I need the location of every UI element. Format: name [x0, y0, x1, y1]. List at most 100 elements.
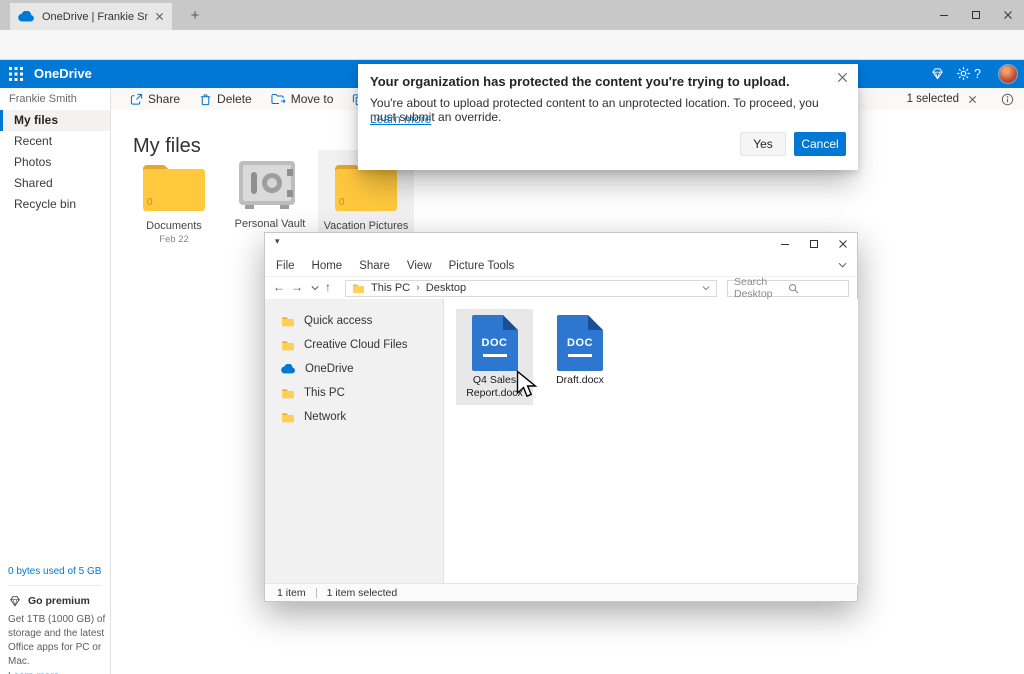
explorer-up-icon[interactable]: ↑: [325, 280, 331, 294]
go-premium-diamond-icon: [8, 595, 22, 607]
tab-title: OneDrive | Frankie Smith: [42, 11, 148, 23]
address-breadcrumb[interactable]: This PC › Desktop: [345, 280, 717, 297]
doc-file-icon: DOC: [557, 315, 603, 371]
onedrive-nav: My files Recent Photos Shared Recycle bi…: [0, 110, 110, 215]
explorer-ribbon-tabs: File Home Share View Picture Tools: [265, 255, 857, 277]
explorer-nav-this-pc[interactable]: This PC: [265, 381, 443, 405]
ribbon-tab-view[interactable]: View: [407, 260, 432, 272]
address-dropdown-chevron-icon[interactable]: [702, 285, 710, 291]
explorer-nav-pane: Quick access Creative Cloud Files OneDri…: [265, 299, 444, 585]
sidebar-bottom-divider: [8, 585, 102, 586]
tile-label: Documents: [126, 220, 222, 232]
new-tab-button[interactable]: +: [184, 6, 206, 26]
status-selected-count: 1 item selected: [327, 587, 398, 599]
ribbon-expand-chevron-icon[interactable]: [838, 262, 847, 268]
tile-date: Feb 22: [126, 234, 222, 245]
help-icon[interactable]: ?: [974, 60, 981, 88]
breadcrumb-current[interactable]: Desktop: [426, 282, 466, 294]
explorer-nav-creative-cloud[interactable]: Creative Cloud Files: [265, 333, 443, 357]
ribbon-tab-picture-tools[interactable]: Picture Tools: [449, 260, 515, 272]
settings-gear-icon[interactable]: [956, 66, 971, 81]
quick-access-toolbar-caret-icon[interactable]: ▾: [275, 236, 280, 247]
file-explorer-window: ▾ File Home Share View Picture Tools ← →: [264, 232, 858, 602]
status-divider: [316, 588, 317, 598]
breadcrumb-separator: ›: [416, 282, 420, 294]
ribbon-tab-home[interactable]: Home: [312, 260, 343, 272]
explorer-titlebar[interactable]: ▾: [265, 233, 857, 255]
screen: OneDrive | Frankie Smith + ← → ↻ ⌂ https…: [0, 0, 1024, 674]
sidebar-user-name: Frankie Smith: [0, 88, 110, 110]
tile-label: Personal Vault: [222, 218, 318, 230]
onedrive-cloud-icon: [18, 11, 35, 22]
window-minimize-button[interactable]: [928, 0, 960, 30]
explorer-status-bar: 1 item 1 item selected: [265, 583, 857, 601]
selection-count: 1 selected: [907, 93, 959, 105]
sidebar-item-my-files[interactable]: My files: [0, 110, 110, 131]
doc-file-icon: DOC: [472, 315, 518, 371]
search-icon[interactable]: [788, 283, 842, 294]
mouse-cursor: [516, 370, 538, 400]
status-item-count: 1 item: [277, 587, 306, 599]
sidebar-item-recycle-bin[interactable]: Recycle bin: [0, 194, 110, 215]
dialog-title: Your organization has protected the cont…: [370, 74, 824, 89]
go-premium-title: Go premium: [28, 595, 90, 607]
tile-label: Vacation Pictures: [318, 220, 414, 232]
vault-safe-icon: [234, 158, 300, 212]
explorer-close-button[interactable]: [829, 233, 857, 255]
tab-close-icon[interactable]: [155, 12, 164, 21]
cancel-button[interactable]: Cancel: [794, 132, 846, 156]
explorer-back-icon[interactable]: ←: [273, 280, 285, 294]
dialog-body: You're about to upload protected content…: [370, 96, 846, 124]
folder-icon: [281, 412, 295, 423]
sidebar-item-photos[interactable]: Photos: [0, 152, 110, 173]
tile-documents[interactable]: 0 Documents Feb 22: [126, 150, 222, 245]
folder-item-count: 0: [147, 197, 153, 208]
browser-toolbar: ← → ↻ ⌂ https://onedrive.live.com/?id=ro…: [0, 30, 1024, 60]
window-maximize-button[interactable]: [960, 0, 992, 30]
storage-usage-link[interactable]: 0 bytes used of 5 GB: [8, 566, 101, 577]
explorer-search-input[interactable]: Search Desktop: [727, 280, 849, 297]
browser-tab[interactable]: OneDrive | Frankie Smith: [10, 3, 172, 30]
folder-item-count: 0: [339, 197, 345, 208]
explorer-nav-onedrive[interactable]: OneDrive: [265, 357, 443, 381]
delete-button[interactable]: Delete: [199, 92, 252, 106]
tile-personal-vault[interactable]: Personal Vault: [222, 150, 318, 230]
premium-promo: Go premium Get 1TB (1000 GB) of storage …: [8, 595, 106, 674]
window-close-button[interactable]: [992, 0, 1024, 30]
explorer-minimize-button[interactable]: [771, 233, 799, 255]
ribbon-tab-share[interactable]: Share: [359, 260, 390, 272]
recent-locations-chevron-icon[interactable]: [311, 285, 319, 291]
explorer-content-pane[interactable]: DOC Q4 Sales Report.docx DOC Draft.docx: [444, 299, 858, 585]
sidebar-item-recent[interactable]: Recent: [0, 131, 110, 152]
sidebar-item-shared[interactable]: Shared: [0, 173, 110, 194]
onedrive-profile-avatar[interactable]: [998, 64, 1018, 84]
dialog-close-icon[interactable]: [837, 72, 848, 83]
go-premium-body: Get 1TB (1000 GB) of storage and the lat…: [8, 613, 106, 669]
onedrive-brand[interactable]: OneDrive: [34, 60, 92, 88]
explorer-maximize-button[interactable]: [800, 233, 828, 255]
search-placeholder: Search Desktop: [734, 276, 788, 300]
explorer-address-row: ← → ↑ This PC › Desktop Search Desktop: [265, 277, 857, 299]
folder-icon: [281, 316, 295, 327]
move-to-button[interactable]: Move to: [271, 92, 334, 106]
info-icon[interactable]: [1001, 93, 1014, 106]
file-draft[interactable]: DOC Draft.docx: [544, 309, 616, 392]
browser-tab-strip: OneDrive | Frankie Smith +: [0, 0, 1024, 30]
onedrive-cloud-icon: [281, 364, 296, 374]
file-name: Draft.docx: [544, 374, 616, 392]
ribbon-tab-file[interactable]: File: [276, 260, 295, 272]
app-launcher-icon[interactable]: [8, 66, 24, 82]
folder-icon: [281, 388, 295, 399]
dialog-learn-more-link[interactable]: Learn more: [370, 112, 431, 126]
breadcrumb-root[interactable]: This PC: [371, 282, 410, 294]
share-button[interactable]: Share: [130, 92, 180, 106]
explorer-forward-icon[interactable]: →: [291, 280, 303, 294]
yes-button[interactable]: Yes: [740, 132, 786, 156]
premium-diamond-icon[interactable]: [930, 67, 945, 80]
sidebar-divider: [110, 88, 111, 674]
clear-selection-icon[interactable]: [968, 95, 977, 104]
explorer-nav-network[interactable]: Network: [265, 405, 443, 429]
folder-icon: [281, 340, 295, 351]
breadcrumb-folder-icon: [352, 283, 365, 294]
explorer-nav-quick-access[interactable]: Quick access: [265, 309, 443, 333]
